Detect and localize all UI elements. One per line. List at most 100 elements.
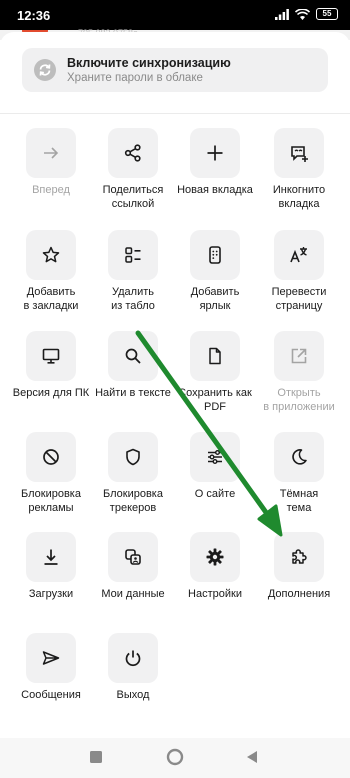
menu-item-label: Открыть в приложении: [263, 387, 335, 413]
power-icon: [125, 650, 141, 667]
back-button[interactable]: [245, 750, 259, 769]
menu-item-label: Добавить в закладки: [23, 286, 79, 312]
moon-icon: [292, 449, 307, 465]
menu-tile: [274, 432, 324, 482]
star-icon: [42, 246, 60, 263]
status-bar: 12:36 55: [0, 0, 350, 30]
menu-tile: [190, 432, 240, 482]
menu-tile: [274, 331, 324, 381]
menu-item-block-trackers[interactable]: Блокировка трекеров: [90, 432, 176, 515]
sync-banner[interactable]: Включите синхронизацию Храните пароли в …: [22, 48, 328, 92]
sync-subtitle: Храните пароли в облаке: [67, 72, 203, 84]
menu-tile: [190, 532, 240, 582]
external-open-icon: [291, 348, 307, 364]
menu-item-add-bookmark[interactable]: Добавить в закладки: [8, 230, 94, 313]
signal-icon: [275, 8, 289, 20]
menu-item-label: Версия для ПК: [12, 387, 90, 399]
translate-icon: [290, 247, 307, 263]
grid-remove-icon: [125, 247, 141, 263]
back-triangle-icon: [247, 751, 257, 763]
menu-item-desktop-version[interactable]: Версия для ПК: [8, 331, 94, 400]
menu-item-remove-from-tablo[interactable]: Удалить из табло: [90, 230, 176, 313]
plus-icon: [207, 145, 223, 161]
browser-menu-sheet: Включите синхронизацию Храните пароли в …: [0, 32, 350, 778]
menu-item-find-in-text[interactable]: Найти в тексте: [90, 331, 176, 400]
share-icon: [124, 144, 141, 162]
menu-item-label: Сообщения: [21, 689, 81, 701]
battery-indicator: 55: [316, 8, 338, 20]
menu-item-incognito[interactable]: Инкогнито вкладка: [256, 128, 342, 211]
sync-icon: [34, 59, 56, 81]
menu-tile: [26, 432, 76, 482]
incognito-chat-icon: [291, 146, 308, 162]
menu-item-label: Вперед: [32, 184, 70, 196]
recent-apps-button[interactable]: [89, 750, 103, 769]
wifi-icon: [295, 8, 310, 20]
system-icons: 55: [275, 8, 338, 20]
download-icon: [44, 549, 58, 565]
menu-item-label: Добавить ярлык: [190, 286, 240, 312]
menu-item-label: Перевести страницу: [271, 286, 327, 312]
menu-tile: [108, 331, 158, 381]
menu-item-downloads[interactable]: Загрузки: [8, 532, 94, 601]
arrow-right-icon: [44, 147, 59, 159]
menu-item-label: Удалить из табло: [111, 286, 155, 312]
menu-tile: [274, 128, 324, 178]
menu-item-label: Найти в тексте: [95, 387, 171, 399]
menu-tile: [108, 230, 158, 280]
menu-item-label: Настройки: [188, 588, 242, 600]
menu-item-translate[interactable]: Перевести страницу: [256, 230, 342, 313]
monitor-icon: [42, 348, 60, 364]
menu-item-block-ads[interactable]: Блокировка рекламы: [8, 432, 94, 515]
menu-item-save-pdf[interactable]: Сохранить как PDF: [172, 331, 258, 414]
menu-tile: [26, 331, 76, 381]
menu-tile: [108, 432, 158, 482]
circle-icon: [166, 748, 184, 766]
menu-item-label: Блокировка рекламы: [21, 488, 81, 514]
menu-item-label: Инкогнито вкладка: [272, 184, 326, 210]
search-icon: [125, 348, 141, 364]
gear-icon: [206, 548, 224, 566]
screen: 12:36 55 795 082 0758a: [0, 0, 350, 778]
home-button[interactable]: [166, 748, 184, 771]
menu-tile: [26, 230, 76, 280]
menu-item-exit[interactable]: Выход: [90, 633, 176, 702]
menu-tile: [190, 128, 240, 178]
menu-item-label: Новая вкладка: [177, 184, 253, 196]
menu-item-messages[interactable]: Сообщения: [8, 633, 94, 702]
menu-tile: [190, 331, 240, 381]
menu-item-dark-theme[interactable]: Тёмная тема: [256, 432, 342, 515]
shield-icon: [126, 448, 140, 466]
system-navigation-bar: [0, 738, 350, 778]
phone-app-icon: [209, 246, 221, 264]
menu-item-open-in-app[interactable]: Открыть в приложении: [256, 331, 342, 414]
menu-tile: [26, 128, 76, 178]
menu-tile: [26, 633, 76, 683]
menu-tile: [108, 532, 158, 582]
menu-tile: [274, 230, 324, 280]
menu-item-settings[interactable]: Настройки: [172, 532, 258, 601]
menu-item-my-data[interactable]: Мои данные: [90, 532, 176, 601]
profile-card-icon: [125, 549, 141, 565]
document-icon: [209, 347, 221, 365]
menu-item-label: Загрузки: [28, 588, 74, 600]
menu-item-new-tab[interactable]: Новая вкладка: [172, 128, 258, 197]
menu-item-label: Выход: [116, 689, 150, 701]
menu-item-add-shortcut[interactable]: Добавить ярлык: [172, 230, 258, 313]
square-icon: [90, 751, 102, 763]
menu-item-forward[interactable]: Вперед: [8, 128, 94, 197]
menu-tile: [108, 128, 158, 178]
menu-item-label: Мои данные: [101, 588, 165, 600]
menu-item-label: Тёмная тема: [279, 488, 319, 514]
menu-tile: [274, 532, 324, 582]
menu-item-label: Дополнения: [267, 588, 331, 600]
menu-item-share-link[interactable]: Поделиться ссылкой: [90, 128, 176, 211]
menu-tile: [108, 633, 158, 683]
menu-item-label: О сайте: [194, 488, 236, 500]
menu-item-addons[interactable]: Дополнения: [256, 532, 342, 601]
sliders-icon: [208, 450, 222, 464]
menu-item-site-info[interactable]: О сайте: [172, 432, 258, 501]
menu-tile: [26, 532, 76, 582]
section-divider: [0, 113, 350, 114]
send-icon: [42, 651, 60, 665]
